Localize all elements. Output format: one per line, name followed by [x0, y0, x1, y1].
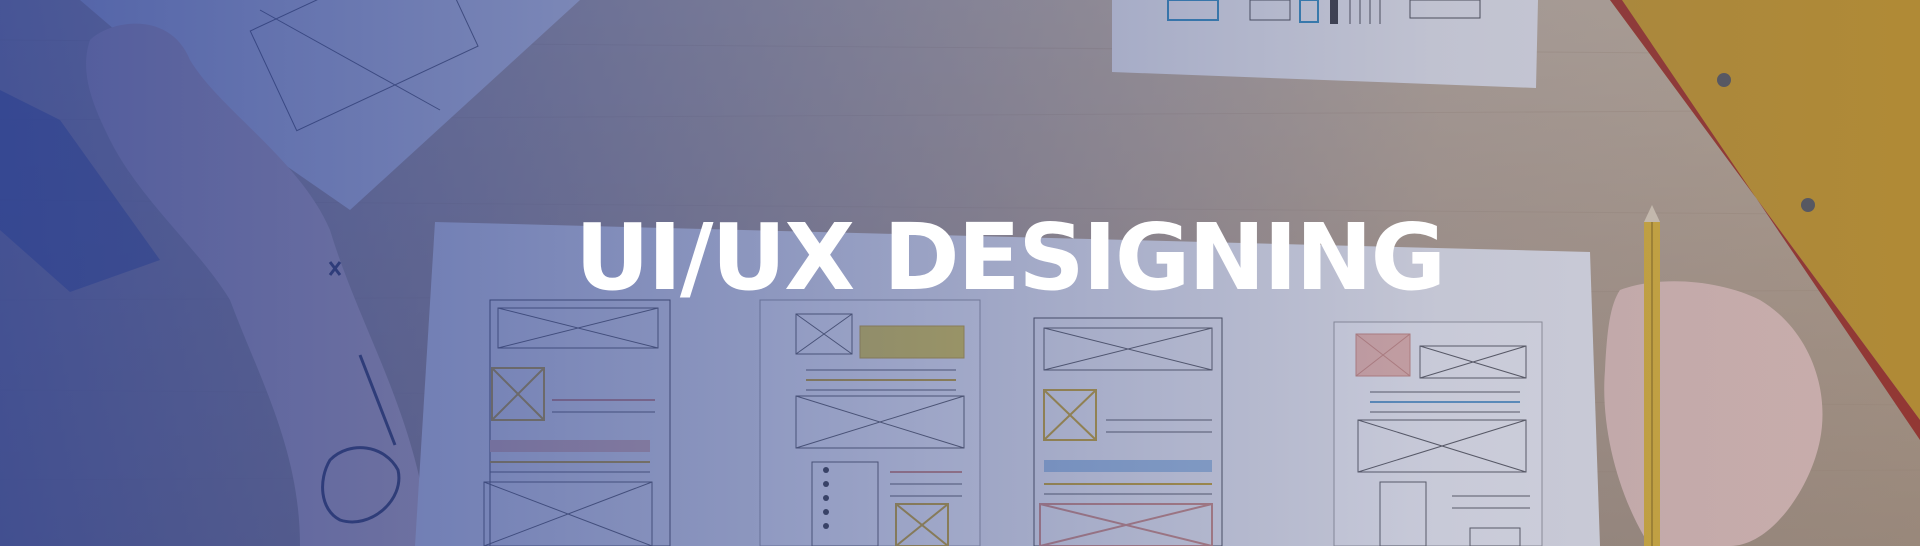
hero-banner: UI/UX DESIGNING — [0, 0, 1920, 546]
hero-title: UI/UX DESIGNING — [575, 204, 1446, 311]
